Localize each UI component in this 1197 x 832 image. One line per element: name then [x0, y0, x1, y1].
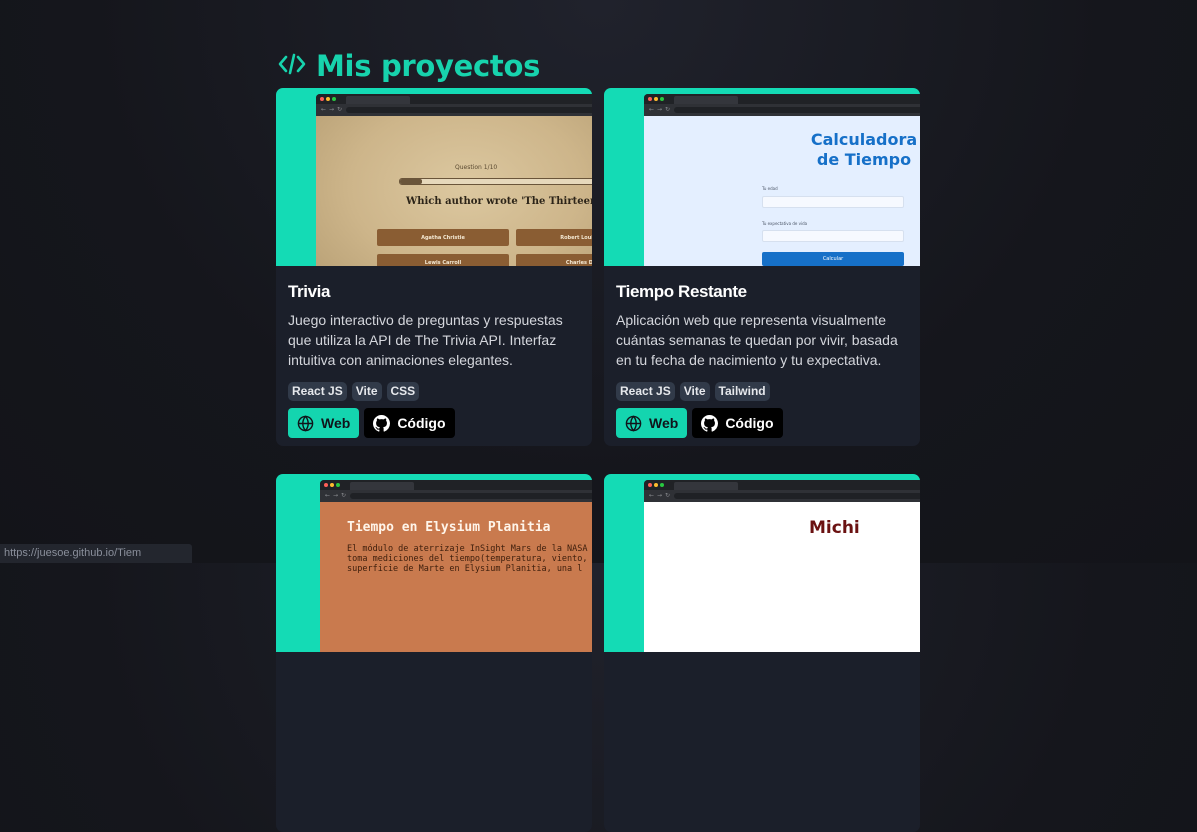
question-counter: Question 1/10: [455, 164, 497, 171]
web-button-label: Web: [321, 415, 350, 431]
project-card-tiempo-restante: ← → ↻ Calculadora de Tiempo Tu edad Tu e…: [604, 88, 920, 446]
project-card-trivia: ← → ↻ Question 1/10 Which author wrote '…: [276, 88, 592, 446]
project-thumbnail: ← → ↻ Calculadora de Tiempo Tu edad Tu e…: [604, 88, 920, 266]
quiz-answer: Robert Louis St: [516, 229, 592, 246]
michi-preview: Michi: [644, 502, 920, 652]
github-icon: [701, 415, 718, 432]
project-actions: Web Código: [288, 408, 455, 438]
code-button-label: Código: [725, 415, 773, 431]
elysium-preview: Tiempo en Elysium Planitia El módulo de …: [320, 502, 592, 652]
project-thumbnail: ← → ↻ Michi: [604, 474, 920, 652]
project-card-michi: ← → ↻ Michi: [604, 474, 920, 832]
project-title: Tiempo Restante: [616, 282, 747, 302]
tech-tag: CSS: [387, 382, 420, 401]
quiz-answer: Lewis Carroll: [377, 254, 509, 266]
browser-mockup: ← → ↻ Question 1/10 Which author wrote '…: [316, 94, 592, 266]
code-icon: [278, 49, 306, 83]
browser-mockup: ← → ↻ Tiempo en Elysium Planitia El módu…: [320, 480, 592, 652]
elysium-heading: Tiempo en Elysium Planitia: [347, 520, 551, 535]
quiz-progress-bar: [399, 178, 592, 185]
project-thumbnail: ← → ↻ Tiempo en Elysium Planitia El módu…: [276, 474, 592, 652]
expectancy-label: Tu expectativa de vida: [762, 221, 807, 226]
browser-mockup: ← → ↻ Calculadora de Tiempo Tu edad Tu e…: [644, 94, 920, 266]
age-label: Tu edad: [762, 186, 778, 191]
code-button-label: Código: [397, 415, 445, 431]
calculator-heading: Calculadora de Tiempo: [764, 130, 920, 170]
tech-tag: React JS: [616, 382, 675, 401]
quiz-answer: Agatha Christie: [377, 229, 509, 246]
tech-tag: Tailwind: [715, 382, 770, 401]
section-title: Mis proyectos: [316, 49, 540, 83]
tech-tag: Vite: [352, 382, 382, 401]
browser-mockup: ← → ↻ Michi: [644, 480, 920, 652]
project-card-elysium: ← → ↻ Tiempo en Elysium Planitia El módu…: [276, 474, 592, 832]
tech-tag: Vite: [680, 382, 710, 401]
elysium-body: El módulo de aterrizaje InSight Mars de …: [347, 544, 592, 574]
project-description: Juego interactivo de preguntas y respues…: [288, 310, 580, 370]
project-description: Aplicación web que representa visualment…: [616, 310, 908, 370]
tech-tag: React JS: [288, 382, 347, 401]
code-button[interactable]: Código: [692, 408, 782, 438]
section-heading: Mis proyectos: [278, 46, 540, 86]
web-button-label: Web: [649, 415, 678, 431]
age-input: [762, 196, 904, 208]
expectancy-input: [762, 230, 904, 242]
globe-icon: [625, 415, 642, 432]
tiempo-preview: Calculadora de Tiempo Tu edad Tu expecta…: [644, 116, 920, 266]
quiz-question: Which author wrote 'The Thirteen Probl: [406, 196, 592, 207]
link-status-bar: https://juesoe.github.io/Tiem: [0, 544, 192, 563]
tech-tags: React JS Vite Tailwind: [616, 382, 770, 401]
github-icon: [373, 415, 390, 432]
globe-icon: [297, 415, 314, 432]
web-button[interactable]: Web: [616, 408, 687, 438]
quiz-answer: Charles Did: [516, 254, 592, 266]
project-actions: Web Código: [616, 408, 783, 438]
michi-heading: Michi: [809, 518, 860, 538]
trivia-preview: Question 1/10 Which author wrote 'The Th…: [316, 116, 592, 266]
code-button[interactable]: Código: [364, 408, 454, 438]
calculate-button: Calcular: [762, 252, 904, 266]
project-title: Trivia: [288, 282, 330, 302]
project-thumbnail: ← → ↻ Question 1/10 Which author wrote '…: [276, 88, 592, 266]
tech-tags: React JS Vite CSS: [288, 382, 419, 401]
web-button[interactable]: Web: [288, 408, 359, 438]
